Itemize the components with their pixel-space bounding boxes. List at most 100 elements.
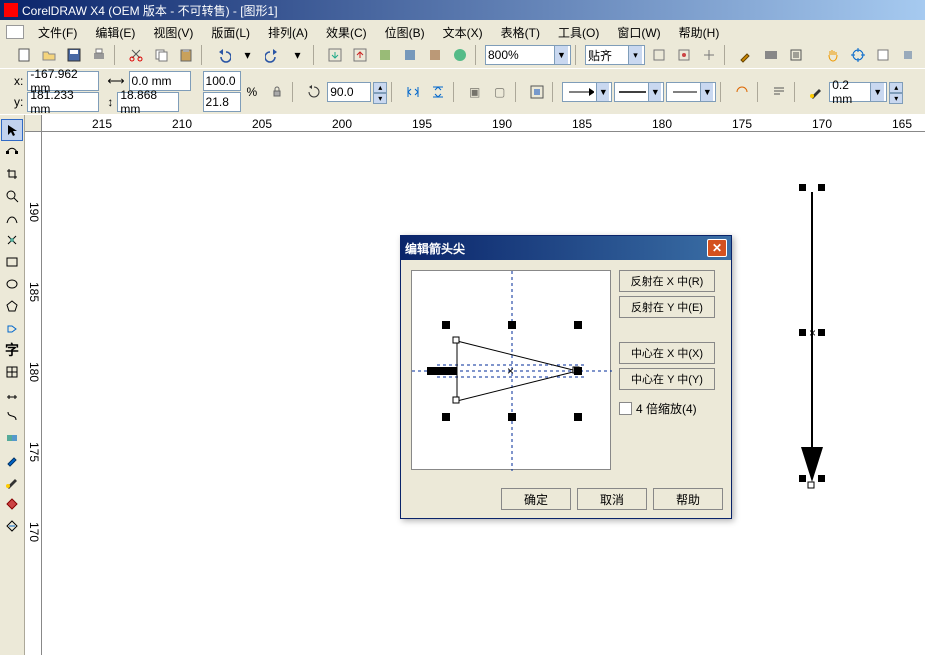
app-launcher-3[interactable] (423, 44, 446, 66)
new-button[interactable] (12, 44, 35, 66)
ruler-horizontal[interactable]: 215 210 205 200 195 190 185 180 175 170 … (42, 115, 925, 132)
rectangle-tool[interactable] (1, 251, 23, 273)
smart-fill-tool[interactable] (1, 229, 23, 251)
snap-icon-2[interactable] (672, 44, 695, 66)
menu-window[interactable]: 窗口(W) (609, 21, 668, 44)
line-style[interactable]: ▼ (614, 82, 664, 102)
welcome-button[interactable] (448, 44, 471, 66)
menu-edit[interactable]: 编辑(E) (87, 21, 143, 44)
zoom-tool[interactable] (1, 185, 23, 207)
ellipse-tool[interactable] (1, 273, 23, 295)
start-arrow[interactable]: ▼ (562, 82, 612, 102)
crop-tool[interactable] (1, 163, 23, 185)
ruler-vertical[interactable]: 190 185 180 175 170 (25, 132, 42, 655)
settings-icon[interactable] (896, 44, 919, 66)
reflect-x-button[interactable]: 反射在 X 中(R) (619, 270, 715, 292)
menu-tools[interactable]: 工具(O) (550, 21, 607, 44)
redo-dropdown[interactable]: ▾ (286, 44, 309, 66)
mirror-v[interactable] (426, 81, 449, 103)
menu-arrange[interactable]: 排列(A) (260, 21, 316, 44)
snap-icon-3[interactable] (697, 44, 720, 66)
menu-effects[interactable]: 效果(C) (318, 21, 375, 44)
brush-icon[interactable] (734, 44, 757, 66)
zoom-arrow[interactable]: ▼ (554, 46, 568, 64)
wrap-icon[interactable] (525, 81, 548, 103)
shape-tool[interactable] (1, 141, 23, 163)
menu-text[interactable]: 文本(X) (435, 21, 491, 44)
book-icon[interactable] (871, 44, 894, 66)
pick-tool[interactable] (1, 119, 23, 141)
open-button[interactable] (37, 44, 60, 66)
color-mgmt-icon[interactable] (759, 44, 782, 66)
front-of[interactable]: ▣ (463, 81, 486, 103)
cancel-button[interactable]: 取消 (577, 488, 647, 510)
hand-icon[interactable] (821, 44, 844, 66)
ow-up[interactable]: ▴ (889, 82, 903, 93)
app-launcher-2[interactable] (398, 44, 421, 66)
wrap-text[interactable] (767, 81, 790, 103)
lock-ratio[interactable] (265, 81, 288, 103)
app-menu-icon[interactable] (6, 25, 24, 39)
print-button[interactable] (87, 44, 110, 66)
menu-layout[interactable]: 版面(L) (203, 21, 258, 44)
menu-bitmap[interactable]: 位图(B) (377, 21, 433, 44)
polygon-tool[interactable] (1, 295, 23, 317)
sy-field[interactable]: 21.8 (203, 92, 241, 112)
import-button[interactable] (323, 44, 346, 66)
eyedropper-tool[interactable] (1, 449, 23, 471)
basic-shapes-tool[interactable] (1, 317, 23, 339)
menu-view[interactable]: 视图(V) (145, 21, 201, 44)
menu-help[interactable]: 帮助(H) (671, 21, 728, 44)
paste-button[interactable] (174, 44, 197, 66)
close-curve[interactable] (730, 81, 753, 103)
h-field[interactable]: 18.868 mm (117, 92, 179, 112)
freehand-tool[interactable] (1, 207, 23, 229)
app-launcher-1[interactable] (373, 44, 396, 66)
reflect-y-button[interactable]: 反射在 Y 中(E) (619, 296, 715, 318)
rot-up[interactable]: ▴ (373, 82, 387, 93)
ruler-origin[interactable] (25, 115, 42, 132)
text-tool[interactable]: 字 (1, 339, 23, 361)
zoom-combo[interactable]: 800%▼ (485, 45, 571, 65)
cut-button[interactable] (124, 44, 147, 66)
interactive-fill-tool[interactable] (1, 515, 23, 537)
center-y-button[interactable]: 中心在 Y 中(Y) (619, 368, 715, 390)
export-button[interactable] (348, 44, 371, 66)
center-x-button[interactable]: 中心在 X 中(X) (619, 342, 715, 364)
behind-of[interactable]: ▢ (488, 81, 511, 103)
save-button[interactable] (62, 44, 85, 66)
menu-file[interactable]: 文件(F) (30, 21, 85, 44)
ok-button[interactable]: 确定 (501, 488, 571, 510)
copy-button[interactable] (149, 44, 172, 66)
rot-down[interactable]: ▾ (373, 93, 387, 104)
blend-tool[interactable] (1, 427, 23, 449)
outline-pen-icon[interactable] (804, 81, 827, 103)
sx-field[interactable]: 100.0 (203, 71, 241, 91)
arrow-preview[interactable]: × (411, 270, 611, 470)
snap-arrow[interactable]: ▾ (628, 46, 642, 64)
redo-button[interactable] (261, 44, 284, 66)
undo-dropdown[interactable]: ▾ (236, 44, 259, 66)
mirror-h[interactable] (401, 81, 424, 103)
ow-down[interactable]: ▾ (889, 93, 903, 104)
options-icon[interactable] (784, 44, 807, 66)
table-tool[interactable] (1, 361, 23, 383)
snap-combo[interactable]: 贴齐▾ (585, 45, 645, 65)
rotation-field[interactable]: 90.0 (327, 82, 371, 102)
end-arrow[interactable]: ▼ (666, 82, 716, 102)
fill-tool[interactable] (1, 493, 23, 515)
rotate-icon[interactable] (302, 81, 325, 103)
outline-width[interactable]: 0.2 mm▼ (829, 82, 887, 102)
help-button[interactable]: 帮助 (653, 488, 723, 510)
close-icon[interactable]: ✕ (707, 239, 727, 257)
snap-icon-1[interactable] (647, 44, 670, 66)
zoom-4x-checkbox[interactable]: 4 倍缩放(4) (619, 400, 715, 417)
y-field[interactable]: 181.233 mm (27, 92, 99, 112)
outline-tool[interactable] (1, 471, 23, 493)
menu-table[interactable]: 表格(T) (493, 21, 548, 44)
connector-tool[interactable] (1, 405, 23, 427)
dialog-titlebar[interactable]: 编辑箭头尖 ✕ (401, 236, 731, 260)
crosshair-icon[interactable] (846, 44, 869, 66)
arrow-object[interactable]: × (777, 172, 847, 502)
dimension-tool[interactable] (1, 383, 23, 405)
